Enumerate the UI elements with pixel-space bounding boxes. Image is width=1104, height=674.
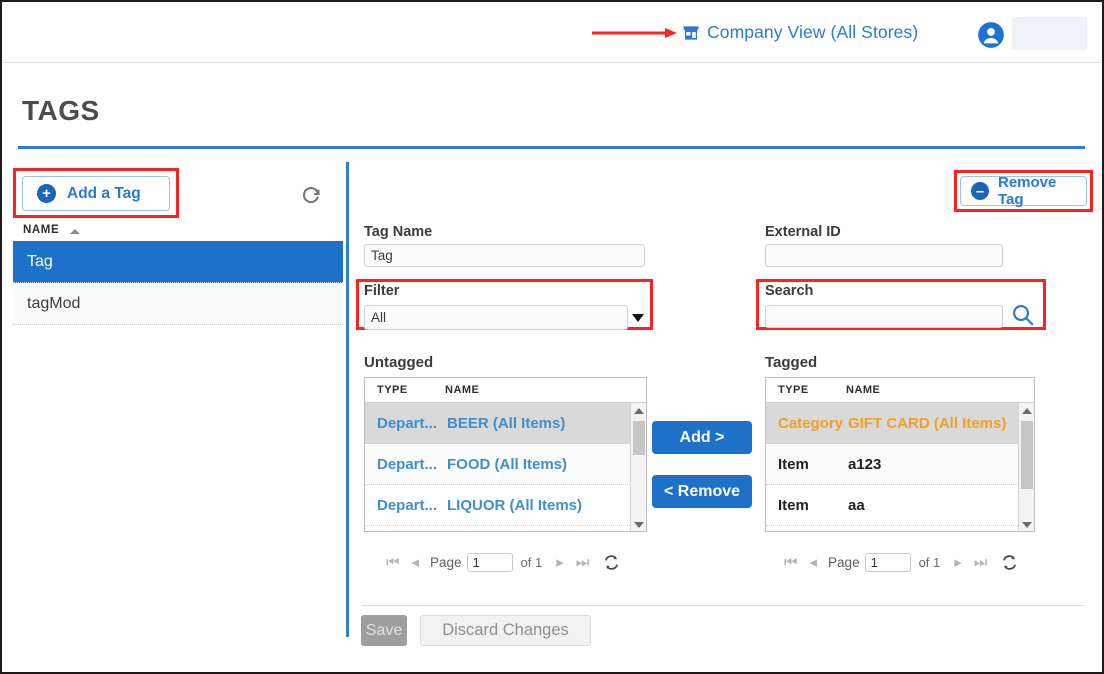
next-page-icon[interactable]: ▸ — [954, 553, 962, 571]
untagged-grid-body: Depart... BEER (All Items) Depart... FOO… — [365, 403, 646, 526]
next-page-icon[interactable]: ▸ — [556, 553, 564, 571]
add-a-tag-button[interactable]: + Add a Tag — [22, 176, 170, 211]
row-type: Category — [778, 414, 844, 432]
page-title: TAGS — [22, 95, 100, 126]
panel-divider — [346, 162, 349, 637]
table-row[interactable]: Item aa — [766, 485, 1034, 526]
last-page-icon[interactable]: ⏭ — [576, 554, 590, 571]
column-header-name[interactable]: NAME — [445, 384, 646, 396]
list-item[interactable]: Tag — [13, 241, 343, 283]
minus-circle-icon: – — [971, 182, 989, 200]
row-type: Item — [778, 496, 809, 514]
footer-divider — [362, 605, 1085, 606]
tag-list: Tag tagMod — [13, 241, 343, 325]
tagged-grid-header: TYPE NAME — [766, 378, 1034, 403]
untagged-scrollbar[interactable] — [630, 403, 646, 531]
list-item[interactable]: tagMod — [13, 283, 343, 325]
column-header-type[interactable]: TYPE — [365, 384, 445, 396]
page-number-input[interactable] — [466, 552, 513, 572]
search-input[interactable] — [765, 305, 1003, 328]
tag-detail-panel: – Remove Tag Tag Name External ID Filter… — [356, 162, 1093, 672]
plus-circle-icon: + — [37, 184, 56, 203]
page-label: Page — [828, 554, 860, 570]
refresh-icon[interactable] — [1001, 554, 1018, 571]
scroll-up-icon[interactable] — [634, 408, 644, 414]
untagged-grid-header: TYPE NAME — [365, 378, 646, 403]
tagged-scrollbar[interactable] — [1018, 403, 1034, 531]
top-bar: Company View (All Stores) — [2, 2, 1102, 63]
filter-select[interactable]: All — [364, 305, 649, 330]
scroll-down-icon[interactable] — [634, 522, 644, 528]
row-type: Depart... — [377, 455, 438, 473]
external-id-label: External ID — [765, 224, 841, 240]
untagged-pager: ⏮ ◂ Page of 1 ▸ ⏭ — [380, 550, 620, 574]
red-arrow-annotation — [592, 28, 677, 38]
chevron-down-icon[interactable] — [632, 314, 644, 322]
remove-button[interactable]: < Remove — [652, 475, 752, 508]
row-type: Depart... — [377, 414, 438, 432]
search-magnifier-icon[interactable] — [1010, 302, 1036, 328]
row-name: BEER (All Items) — [447, 414, 566, 432]
tag-list-panel: + Add a Tag NAME Tag tagMod — [13, 162, 343, 337]
refresh-icon[interactable] — [301, 184, 322, 205]
user-name-box[interactable] — [1012, 17, 1087, 50]
search-label: Search — [765, 283, 814, 299]
scroll-thumb[interactable] — [1021, 421, 1033, 489]
tag-name-text: Tag — [27, 252, 53, 270]
scroll-up-icon[interactable] — [1022, 408, 1032, 414]
table-row[interactable]: Item a123 — [766, 444, 1034, 485]
filter-label: Filter — [364, 283, 400, 299]
row-name: aa — [848, 496, 865, 514]
row-name: a123 — [848, 455, 882, 473]
sort-asc-icon — [70, 229, 80, 234]
external-id-input[interactable] — [765, 244, 1003, 267]
page-label: Page — [430, 554, 462, 570]
tagged-grid-body: Category GIFT CARD (All Items) Item a123… — [766, 403, 1034, 526]
row-name: FOOD (All Items) — [447, 455, 568, 473]
table-row[interactable]: Category GIFT CARD (All Items) — [766, 403, 1034, 444]
save-button[interactable]: Save — [361, 615, 407, 646]
row-type: Item — [778, 455, 809, 473]
refresh-icon[interactable] — [603, 554, 620, 571]
user-avatar-icon[interactable] — [977, 21, 1005, 49]
tag-name-label: Tag Name — [364, 224, 433, 240]
column-header-type[interactable]: TYPE — [766, 384, 846, 396]
add-button[interactable]: Add > — [652, 421, 752, 454]
remove-tag-label: Remove Tag — [997, 174, 1057, 208]
untagged-grid: TYPE NAME Depart... BEER (All Items) Dep… — [364, 377, 647, 532]
scroll-thumb[interactable] — [633, 421, 645, 455]
first-page-icon[interactable]: ⏮ — [386, 554, 400, 571]
company-view-link[interactable]: Company View (All Stores) — [707, 22, 918, 43]
app-window: Company View (All Stores) TAGS + Add a T… — [0, 0, 1104, 674]
prev-page-icon[interactable]: ◂ — [412, 553, 420, 571]
scroll-down-icon[interactable] — [1022, 522, 1032, 528]
tag-list-column-header[interactable]: NAME — [23, 224, 59, 236]
tagged-grid: TYPE NAME Category GIFT CARD (All Items)… — [765, 377, 1035, 532]
page-total-label: of 1 — [918, 554, 941, 570]
row-name: LIQUOR (All Items) — [447, 496, 583, 514]
first-page-icon[interactable]: ⏮ — [784, 554, 798, 571]
tag-name-text: tagMod — [27, 294, 81, 312]
untagged-caption: Untagged — [364, 354, 434, 371]
store-icon — [683, 26, 699, 40]
table-row[interactable]: Depart... LIQUOR (All Items) — [365, 485, 646, 526]
column-header-name[interactable]: NAME — [846, 384, 1034, 396]
page-number-input[interactable] — [864, 552, 911, 572]
table-row[interactable]: Depart... BEER (All Items) — [365, 403, 646, 444]
table-row[interactable]: Depart... FOOD (All Items) — [365, 444, 646, 485]
row-name: GIFT CARD (All Items) — [848, 414, 1007, 432]
tagged-caption: Tagged — [765, 354, 818, 371]
filter-selected-value[interactable]: All — [364, 305, 628, 330]
title-divider — [18, 146, 1085, 149]
remove-tag-button[interactable]: – Remove Tag — [960, 174, 1087, 208]
prev-page-icon[interactable]: ◂ — [810, 553, 818, 571]
last-page-icon[interactable]: ⏭ — [974, 554, 988, 571]
page-total-label: of 1 — [520, 554, 543, 570]
add-tag-label: Add a Tag — [67, 184, 141, 202]
discard-changes-button[interactable]: Discard Changes — [420, 615, 591, 646]
tag-name-input[interactable] — [364, 244, 645, 267]
tagged-pager: ⏮ ◂ Page of 1 ▸ ⏭ — [778, 550, 1018, 574]
row-type: Depart... — [377, 496, 438, 514]
